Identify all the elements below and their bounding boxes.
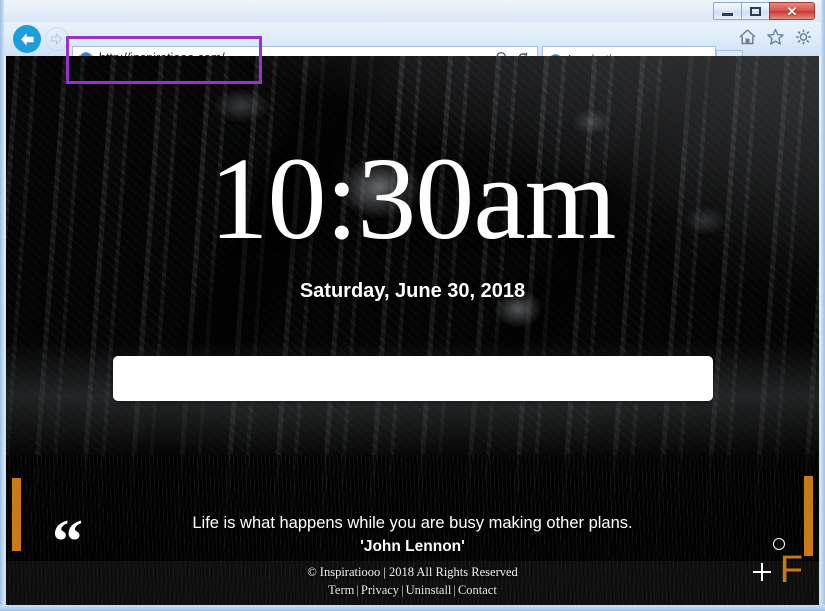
- close-icon: ✕: [786, 3, 798, 19]
- back-arrow-icon: [20, 32, 34, 46]
- maximize-icon: [750, 6, 761, 16]
- clock-date: Saturday, June 30, 2018: [299, 280, 526, 302]
- minimize-icon: [722, 12, 733, 16]
- home-icon[interactable]: [738, 28, 757, 46]
- forward-button[interactable]: [45, 27, 69, 51]
- brand-letter-f: F: [779, 549, 803, 591]
- maximize-button[interactable]: [741, 2, 770, 20]
- window-border-left: [0, 0, 4, 611]
- forward-arrow-icon: [50, 33, 63, 45]
- footer-link-contact[interactable]: Contact: [458, 583, 497, 597]
- footer-separator: |: [453, 583, 456, 597]
- footer-link-uninstall[interactable]: Uninstall: [406, 583, 452, 597]
- search-area: [6, 356, 819, 401]
- search-input[interactable]: [112, 356, 713, 401]
- clock-meridiem: am: [473, 133, 616, 264]
- browser-window: ✕ http://inspiratiooo.com/: [0, 0, 825, 611]
- title-bar: ✕: [4, 0, 821, 22]
- toolbar-icons: [738, 28, 813, 46]
- footer-separator: |: [401, 583, 404, 597]
- settings-gear-icon[interactable]: [794, 28, 813, 46]
- page-viewport: 10:30am Saturday, June 30, 2018 “ Life i…: [6, 56, 819, 605]
- plus-icon[interactable]: [753, 563, 771, 581]
- browser-toolbar: http://inspiratiooo.com/: [4, 22, 821, 84]
- footer-link-term[interactable]: Term: [328, 583, 354, 597]
- quote-text: Life is what happens while you are busy …: [192, 514, 633, 532]
- quote-author: 'John Lennon': [360, 538, 465, 555]
- page-footer: © Inspiratiooo | 2018 All Rights Reserve…: [6, 565, 819, 598]
- clock-widget: 10:30am Saturday, June 30, 2018: [6, 140, 819, 303]
- clock-time-value: 10:30: [209, 133, 475, 264]
- minimize-button[interactable]: [713, 2, 742, 20]
- footer-separator: |: [356, 583, 359, 597]
- favorites-star-icon[interactable]: [766, 28, 785, 46]
- window-controls: ✕: [713, 2, 815, 20]
- footer-copyright: © Inspiratiooo | 2018 All Rights Reserve…: [307, 565, 518, 579]
- close-button[interactable]: ✕: [769, 2, 815, 20]
- footer-link-privacy[interactable]: Privacy: [361, 583, 399, 597]
- window-border-bottom: [0, 605, 825, 611]
- back-button[interactable]: [13, 25, 41, 53]
- clock-time: 10:30am: [6, 140, 819, 258]
- footer-links: Term | Privacy | Uninstall | Contact: [6, 583, 819, 598]
- quote-widget: Life is what happens while you are busy …: [6, 514, 819, 556]
- window-border-right: [821, 0, 825, 611]
